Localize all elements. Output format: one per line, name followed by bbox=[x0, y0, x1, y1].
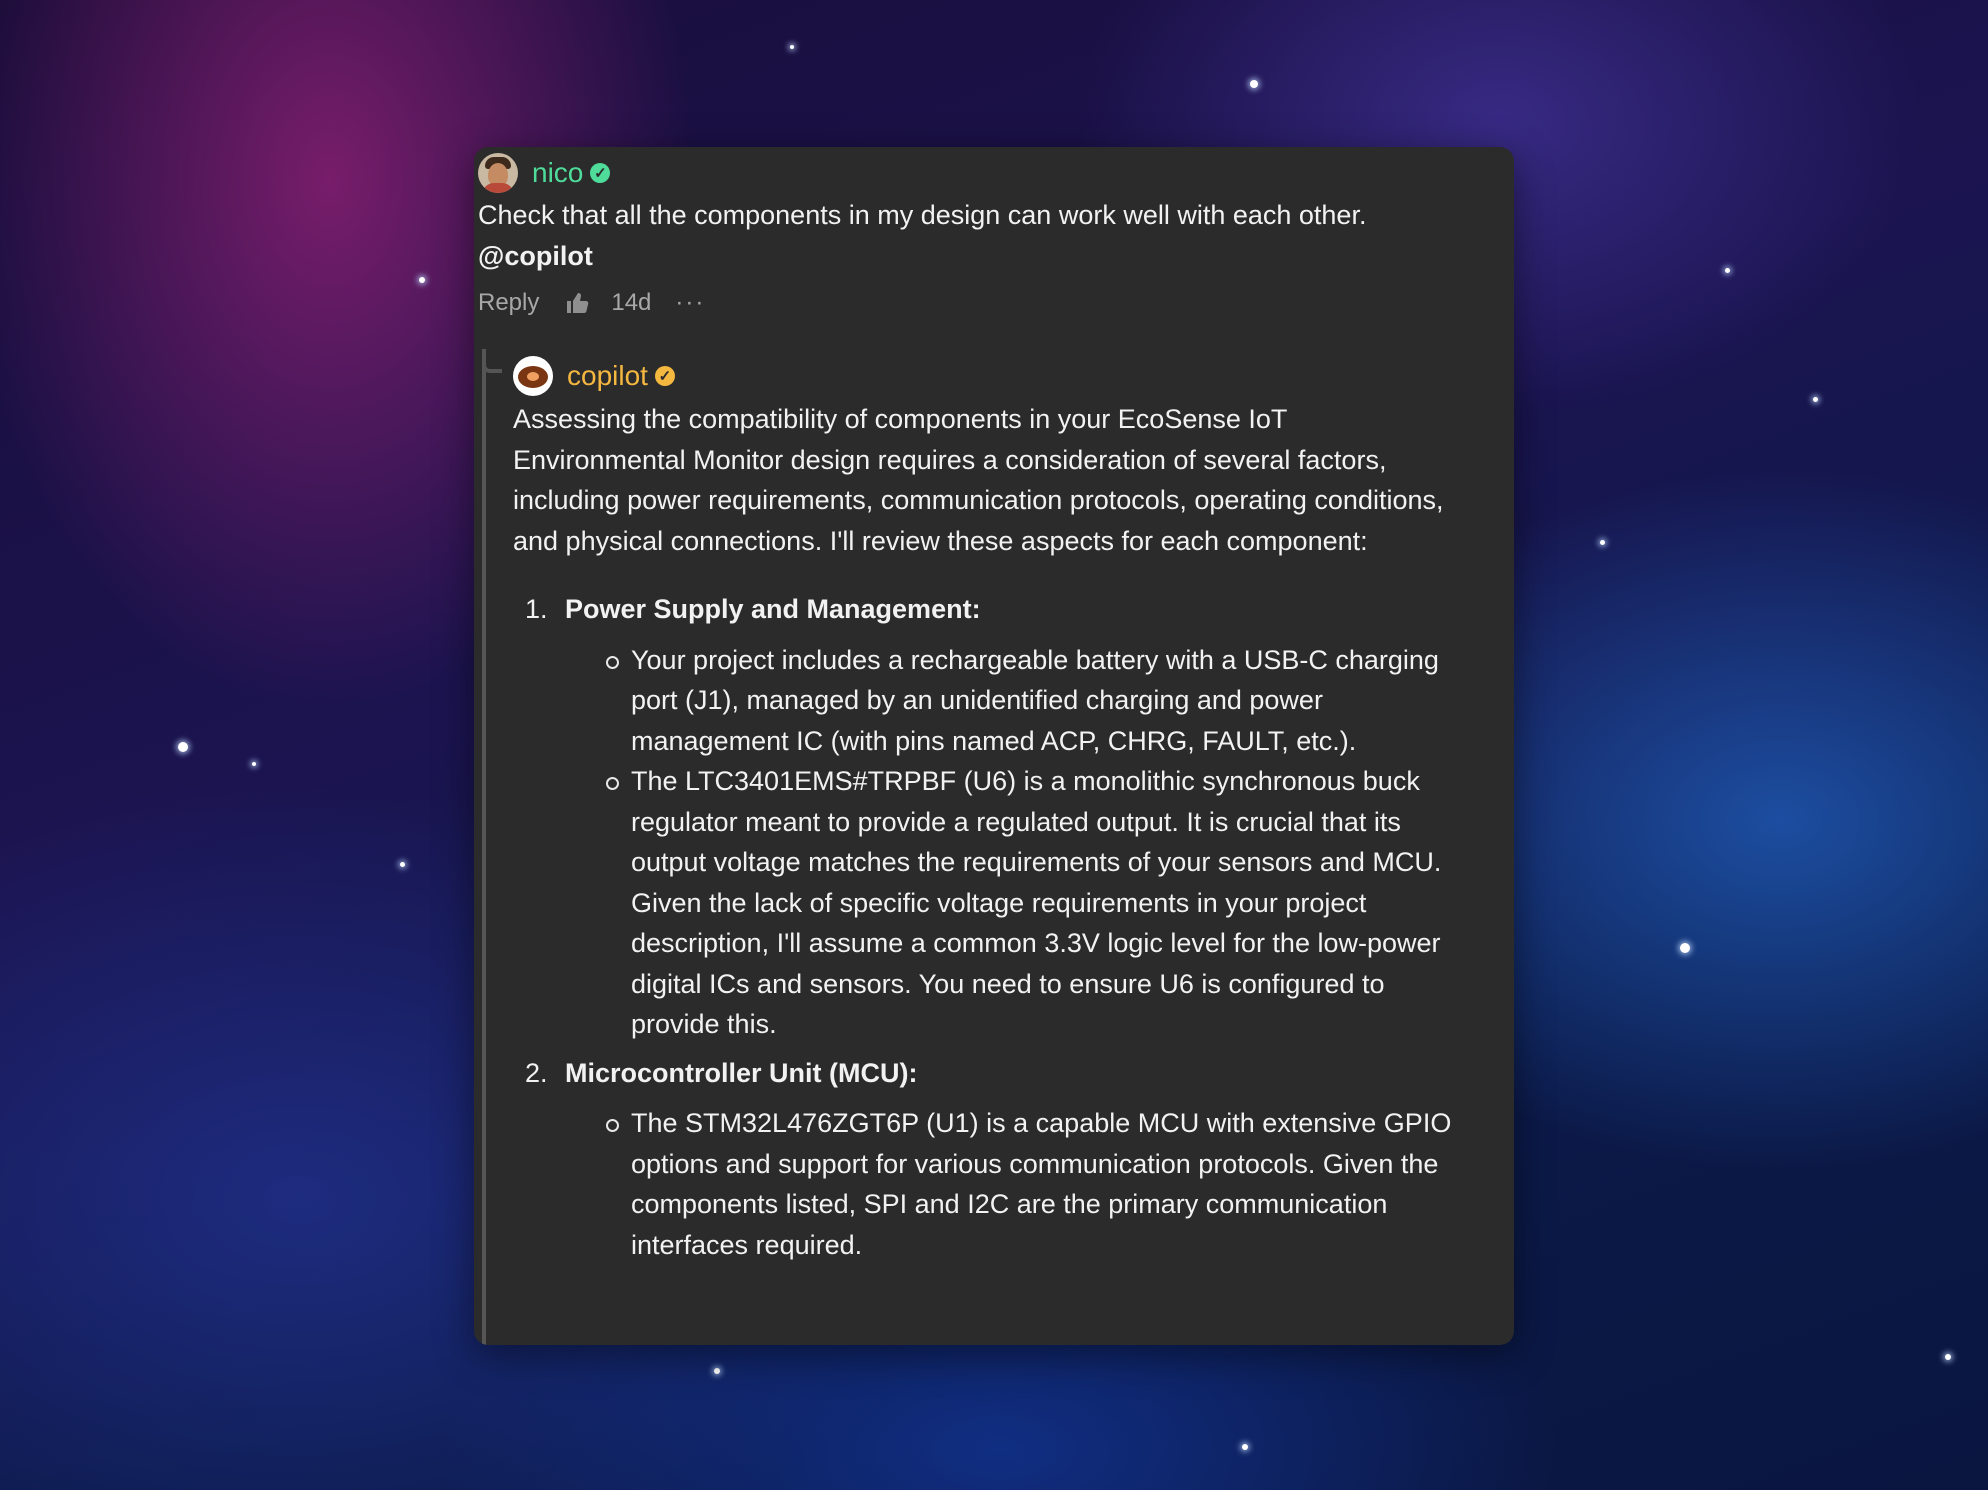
reply-body: Assessing the compatibility of component… bbox=[513, 399, 1453, 1273]
verified-badge-icon: ✓ bbox=[590, 163, 611, 183]
verified-badge-icon: ✓ bbox=[654, 366, 675, 386]
section-heading: Power Supply and Management: bbox=[565, 594, 981, 624]
more-options-icon[interactable]: ··· bbox=[675, 289, 705, 317]
section-heading: Microcontroller Unit (MCU): bbox=[565, 1057, 918, 1088]
reply-author-row: copilot ✓ bbox=[513, 356, 675, 396]
list-item: The LTC3401EMS#TRPBF (U6) is a monolithi… bbox=[606, 761, 1453, 1045]
list-item: Microcontroller Unit (MCU): The STM32L47… bbox=[555, 1053, 1453, 1266]
author-name[interactable]: nico bbox=[532, 157, 583, 189]
list-item: The STM32L476ZGT6P (U1) is a capable MCU… bbox=[606, 1103, 1453, 1265]
background-star bbox=[252, 762, 256, 766]
comment-body: Check that all the components in my desi… bbox=[478, 195, 1488, 277]
background-star bbox=[1250, 80, 1258, 88]
background-star bbox=[1680, 943, 1690, 953]
background-star bbox=[1725, 268, 1730, 273]
reply-section-list: Power Supply and Management: Your projec… bbox=[513, 589, 1453, 1265]
comment-thread-card: nico ✓ Check that all the components in … bbox=[474, 147, 1514, 1345]
background-star bbox=[178, 742, 188, 752]
thread-connector bbox=[482, 349, 486, 1345]
comment-text: Check that all the components in my desi… bbox=[478, 200, 1367, 230]
author-name[interactable]: copilot bbox=[567, 360, 648, 392]
avatar[interactable] bbox=[478, 153, 518, 193]
avatar[interactable] bbox=[513, 356, 553, 396]
list-item: Your project includes a rechargeable bat… bbox=[606, 640, 1453, 762]
sub-list: The STM32L476ZGT6P (U1) is a capable MCU… bbox=[565, 1103, 1453, 1265]
comment-actions: Reply 14d ··· bbox=[478, 289, 705, 317]
background-star bbox=[1242, 1444, 1248, 1450]
comment-author-row: nico ✓ bbox=[478, 153, 611, 193]
list-item: Power Supply and Management: Your projec… bbox=[555, 589, 1453, 1045]
background-star bbox=[400, 862, 405, 867]
sub-list: Your project includes a rechargeable bat… bbox=[565, 640, 1453, 1045]
background-star bbox=[1813, 397, 1818, 402]
thread-connector-elbow bbox=[482, 349, 502, 373]
background-star bbox=[1945, 1354, 1951, 1360]
mention-link[interactable]: @copilot bbox=[478, 236, 1488, 277]
background-star bbox=[790, 45, 794, 49]
thumbs-up-icon[interactable] bbox=[565, 292, 589, 314]
background-star bbox=[1600, 540, 1605, 545]
reply-button[interactable]: Reply bbox=[478, 289, 539, 317]
reply-intro: Assessing the compatibility of component… bbox=[513, 404, 1444, 556]
background-star bbox=[714, 1368, 720, 1374]
timestamp: 14d bbox=[611, 289, 652, 316]
background-star bbox=[419, 277, 425, 283]
